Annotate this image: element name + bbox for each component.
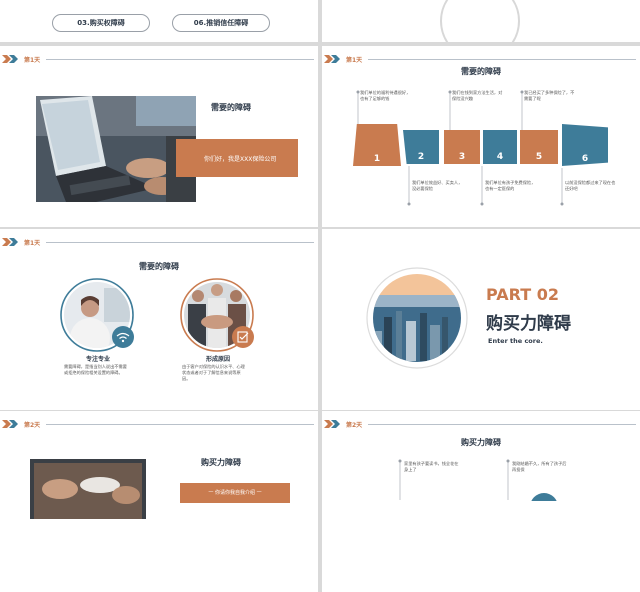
step-number: 5 <box>535 152 543 162</box>
slide-thumbnail-7[interactable]: 第2天 购买力障碍 一 你请你我自我介绍 一 <box>0 411 318 592</box>
city-photo-circle <box>366 267 468 369</box>
step-number: 3 <box>458 152 466 162</box>
slide-title: 购买力障碍 <box>201 458 241 467</box>
step-box-4: 4 <box>483 130 517 164</box>
laptop-photo <box>36 96 196 202</box>
slide-thumbnail-8[interactable]: 第2天 购买力障碍 家里有孩子要读书，钱全花在身上了 我刚结婚不久，所有了孩子后… <box>322 411 640 592</box>
slide-thumbnail-1[interactable]: 03.购买权障碍 06.推销信任障碍 <box>0 0 318 42</box>
divider <box>46 424 314 425</box>
section-subtitle: Enter the core. <box>488 337 543 345</box>
day-label: 第2天 <box>24 422 41 429</box>
day-label: 第1天 <box>24 240 41 247</box>
step-number: 2 <box>417 152 425 162</box>
step-number: 6 <box>581 154 589 164</box>
option-pill-03: 03.购买权障碍 <box>52 14 150 32</box>
part-label: PART 02 <box>486 285 559 304</box>
chevron-arrows-icon <box>2 420 18 428</box>
text-b: 我刚结婚不久，所有了孩子后再投保 <box>512 461 567 473</box>
banner: 你们好，我是XXX保险公司 <box>176 139 298 177</box>
left-description: 需要障碍，是指当别人说出不需要或拒绝的保险相关设置的障碍。 <box>64 364 127 376</box>
checklist-icon <box>232 326 254 348</box>
chevron-arrows-icon <box>2 238 18 246</box>
step-box-3: 3 <box>444 130 480 164</box>
right-description: 由于客户对保险的认识水平、心理状态或者对于了解信息来说等原因。 <box>182 364 245 382</box>
divider <box>46 59 314 60</box>
wifi-icon <box>112 326 134 348</box>
section-title: 购买力障碍 <box>486 314 571 334</box>
step-box-1: 1 <box>353 124 401 166</box>
banner-text: 你们好，我是XXX保险公司 <box>204 156 277 163</box>
slide-thumbnail-4[interactable]: 第1天 需要的障碍 我们单位的福利待遇很好，也有了足够的钱 我们在钱到家方法生活… <box>322 46 640 227</box>
banner-text: 一 你请你我自我介绍 一 <box>208 490 262 496</box>
bottom-text-2: 我们单位有孩子免费保险，也有一定医保的 <box>485 180 536 192</box>
option-pill-06: 06.推销信任障碍 <box>172 14 270 32</box>
step-number: 4 <box>496 152 504 162</box>
banner: 一 你请你我自我介绍 一 <box>180 483 290 503</box>
pointer-lines <box>398 459 557 501</box>
right-label: 形成原因 <box>205 356 230 363</box>
step-box-2: 2 <box>403 130 439 164</box>
slide-thumbnail-6[interactable]: PART 02 购买力障碍 Enter the core. <box>322 229 640 410</box>
slide-thumbnail-5[interactable]: 第1天 需要的障碍 专注专业 需要障碍，是指当别人说出不需要或拒绝的保险相关设置… <box>0 229 318 410</box>
chevron-arrows-icon <box>2 55 18 63</box>
day-label: 第1天 <box>24 57 41 64</box>
slide-thumbnail-3[interactable]: 第1天 需要的障碍 你们好，我是XXX保险公司 <box>0 46 318 227</box>
step-number: 1 <box>373 154 381 164</box>
slide-title: 需要的障碍 <box>211 103 251 112</box>
meeting-photo <box>30 459 146 519</box>
divider <box>46 242 314 243</box>
text-a: 家里有孩子要读书，钱全花在身上了 <box>404 461 459 473</box>
step-box-5: 5 <box>520 130 558 164</box>
slide-title: 需要的障碍 <box>139 262 179 271</box>
slide-thumbnail-grid: 03.购买权障碍 06.推销信任障碍 第1天 需要的障碍 你们好，我是XXX保险… <box>0 0 640 592</box>
left-label: 专注专业 <box>85 356 110 363</box>
bottom-text-1: 我们单位效益好、买卖人，没必要保险 <box>412 180 463 192</box>
step-box-6: 6 <box>562 124 608 166</box>
bottom-text-3: 以前没保险都过来了现在也还好吧 <box>565 180 616 192</box>
decorative-circle <box>440 0 520 42</box>
slide-thumbnail-2[interactable] <box>322 0 640 42</box>
